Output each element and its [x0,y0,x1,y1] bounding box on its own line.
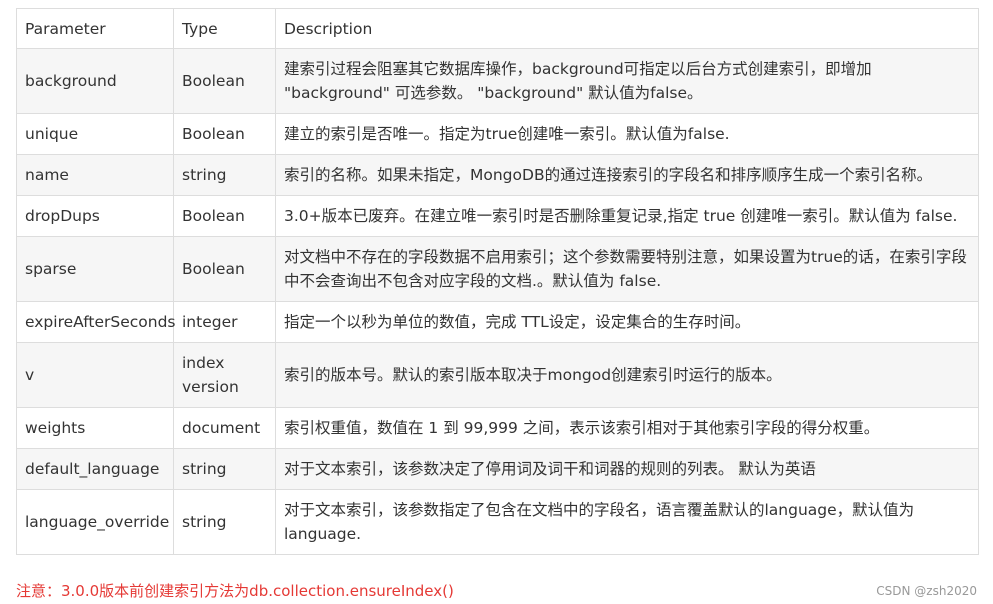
type-cell: string [173,448,276,490]
type-cell: Boolean [173,113,276,155]
table-row: v index version 索引的版本号。默认的索引版本取决于mongod创… [16,342,979,408]
desc-cell: 建索引过程会阻塞其它数据库操作，background可指定以后台方式创建索引，即… [275,48,979,114]
table-row: unique Boolean 建立的索引是否唯一。指定为true创建唯一索引。默… [16,113,979,155]
desc-cell: 对于文本索引，该参数决定了停用词及词干和词器的规则的列表。 默认为英语 [275,448,979,490]
desc-cell: 对文档中不存在的字段数据不启用索引；这个参数需要特别注意，如果设置为true的话… [275,236,979,302]
table-header-row: Parameter Type Description [16,8,979,49]
table-row: default_language string 对于文本索引，该参数决定了停用词… [16,448,979,490]
desc-cell: 索引权重值，数值在 1 到 99,999 之间，表示该索引相对于其他索引字段的得… [275,407,979,449]
table-row: background Boolean 建索引过程会阻塞其它数据库操作，backg… [16,48,979,114]
table-row: sparse Boolean 对文档中不存在的字段数据不启用索引；这个参数需要特… [16,236,979,302]
parameters-table: Parameter Type Description background Bo… [16,8,979,555]
type-cell: string [173,154,276,196]
desc-cell: 索引的版本号。默认的索引版本取决于mongod创建索引时运行的版本。 [275,342,979,408]
csdn-watermark: CSDN @zsh2020 [876,584,977,598]
ensureindex-note: 注意：3.0.0版本前创建索引方法为db.collection.ensureIn… [16,582,454,600]
type-cell: integer [173,301,276,343]
desc-cell: 指定一个以秒为单位的数值，完成 TTL设定，设定集合的生存时间。 [275,301,979,343]
param-cell: default_language [16,448,174,490]
header-description: Description [275,8,979,49]
param-cell: dropDups [16,195,174,237]
desc-cell: 建立的索引是否唯一。指定为true创建唯一索引。默认值为false. [275,113,979,155]
param-cell: background [16,48,174,114]
param-cell: sparse [16,236,174,302]
param-cell: unique [16,113,174,155]
type-cell: Boolean [173,195,276,237]
type-cell: Boolean [173,48,276,114]
desc-cell: 索引的名称。如果未指定，MongoDB的通过连接索引的字段名和排序顺序生成一个索… [275,154,979,196]
table-row: dropDups Boolean 3.0+版本已废弃。在建立唯一索引时是否删除重… [16,195,979,237]
desc-cell: 对于文本索引，该参数指定了包含在文档中的字段名，语言覆盖默认的language，… [275,489,979,555]
param-cell: v [16,342,174,408]
table-row: name string 索引的名称。如果未指定，MongoDB的通过连接索引的字… [16,154,979,196]
param-cell: expireAfterSeconds [16,301,176,343]
param-cell: weights [16,407,174,449]
type-cell: Boolean [173,236,276,302]
header-type: Type [173,8,276,49]
type-cell: string [173,489,276,555]
table-row: weights document 索引权重值，数值在 1 到 99,999 之间… [16,407,979,449]
param-cell: name [16,154,174,196]
table-row: language_override string 对于文本索引，该参数指定了包含… [16,489,979,555]
param-cell: language_override [16,489,174,555]
header-parameter: Parameter [16,8,174,49]
type-cell: index version [173,342,276,408]
type-cell: document [173,407,276,449]
desc-cell: 3.0+版本已废弃。在建立唯一索引时是否删除重复记录,指定 true 创建唯一索… [275,195,979,237]
table-row: expireAfterSeconds integer 指定一个以秒为单位的数值，… [16,301,979,343]
